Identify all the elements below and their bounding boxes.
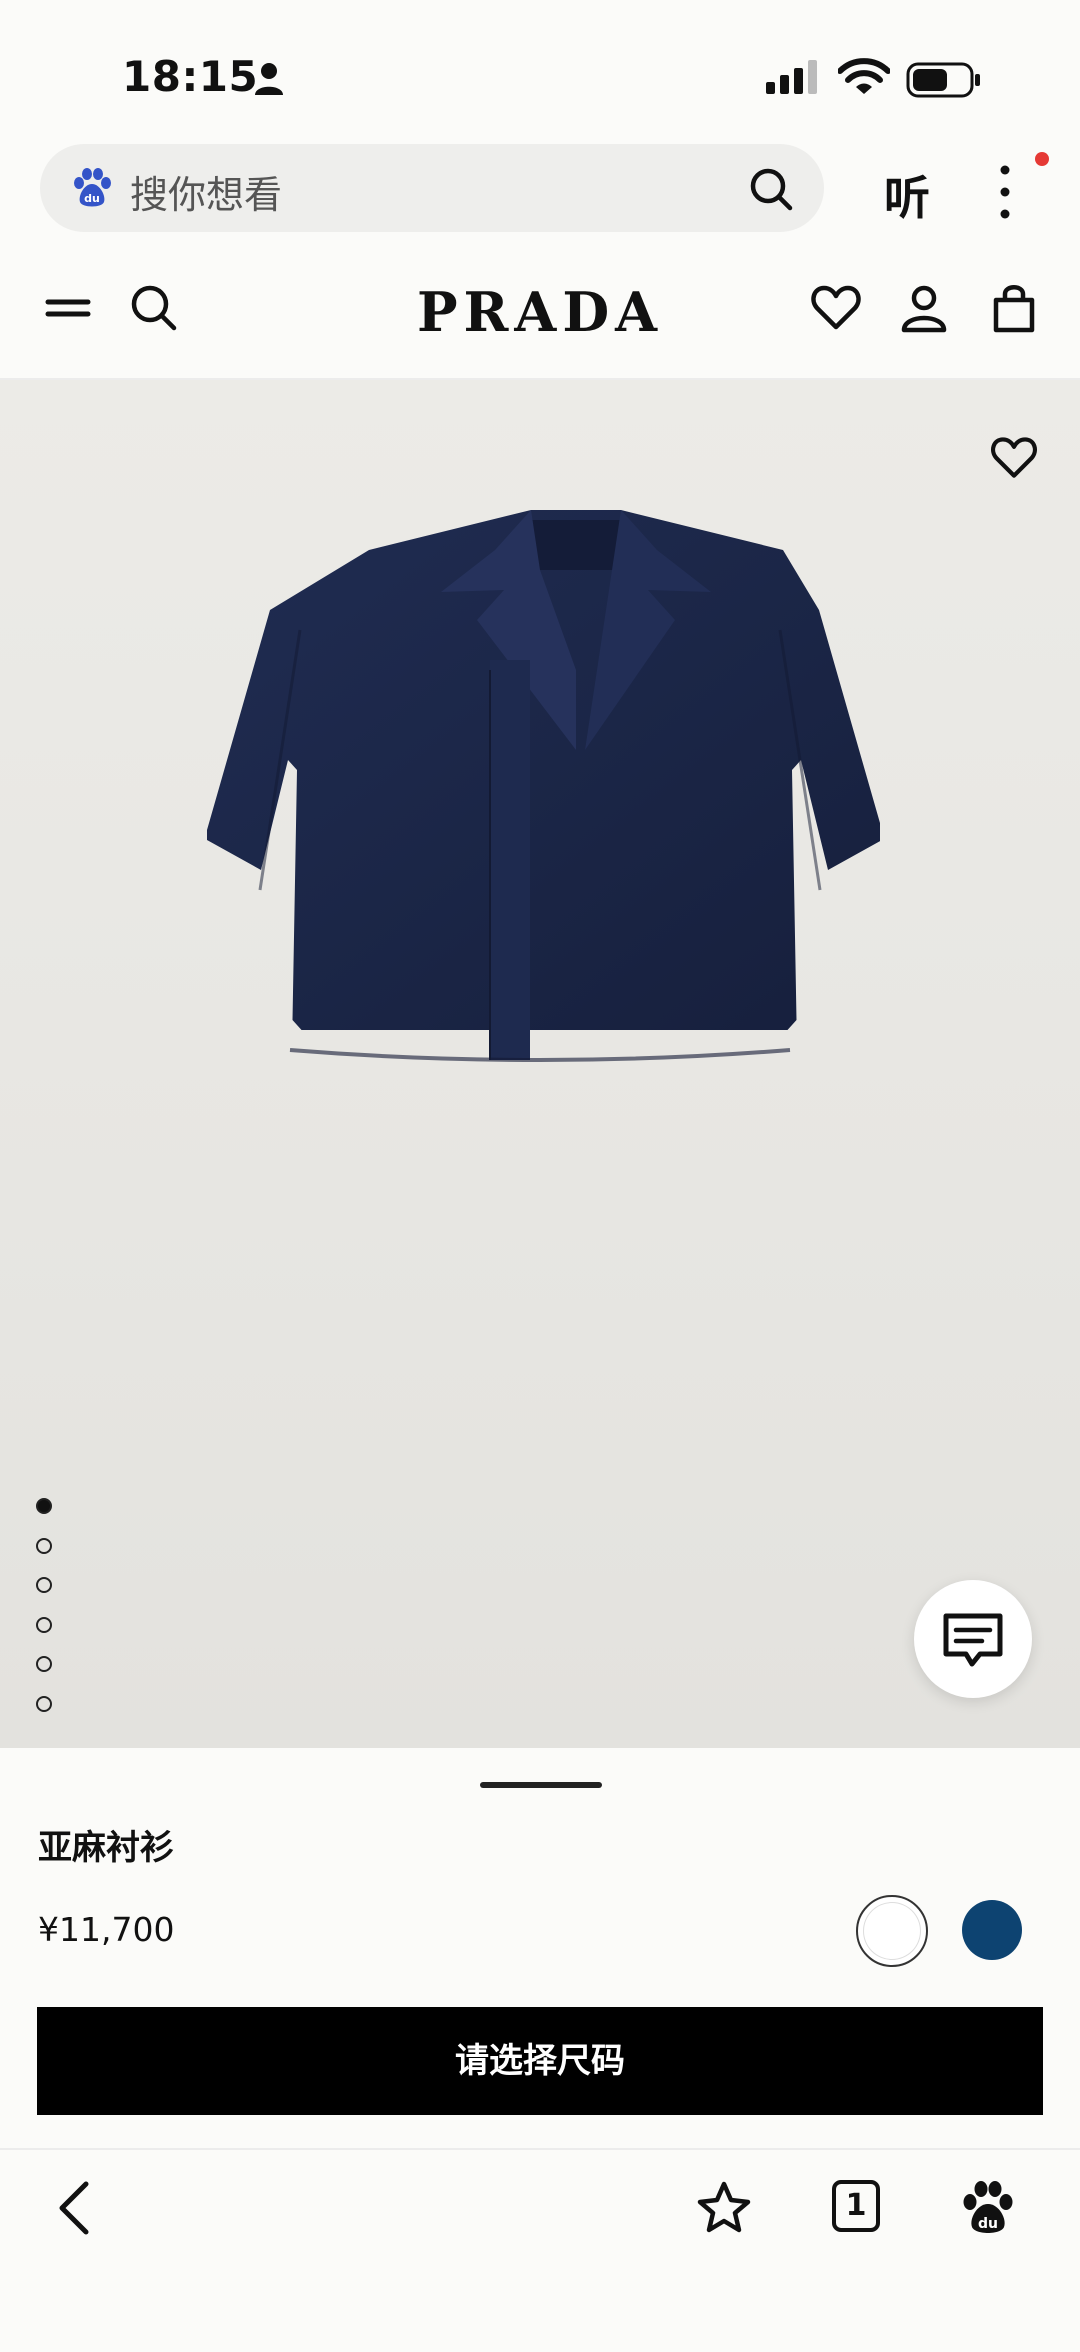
product-image[interactable] bbox=[0, 380, 1080, 1748]
image-pagination[interactable] bbox=[36, 1498, 52, 1735]
pagination-dot-3[interactable] bbox=[36, 1577, 52, 1593]
svg-text:du: du bbox=[84, 192, 100, 205]
pagination-dot-4[interactable] bbox=[36, 1616, 52, 1633]
person-icon bbox=[255, 63, 283, 95]
listen-button[interactable]: 听 bbox=[884, 162, 930, 228]
baidu-home-icon[interactable]: du bbox=[958, 2178, 1018, 2238]
notification-dot bbox=[1035, 152, 1049, 166]
tabs-button[interactable]: 1 bbox=[832, 2180, 880, 2232]
wishlist-heart-icon[interactable] bbox=[808, 280, 864, 336]
status-time: 18:15 bbox=[122, 52, 259, 101]
pagination-dot-6[interactable] bbox=[36, 1695, 52, 1712]
color-swatch-blue[interactable] bbox=[962, 1900, 1022, 1960]
color-swatch-white[interactable] bbox=[856, 1895, 928, 1967]
search-icon[interactable] bbox=[746, 164, 796, 214]
select-size-button[interactable]: 请选择尺码 bbox=[37, 2007, 1043, 2115]
browser-toolbar: du 搜你想看 听 bbox=[0, 140, 1080, 250]
site-header: PRADA bbox=[0, 250, 1080, 380]
battery-icon bbox=[906, 62, 980, 98]
sheet-handle[interactable] bbox=[480, 1782, 602, 1788]
wifi-icon bbox=[838, 58, 890, 94]
search-bar[interactable]: du 搜你想看 bbox=[40, 144, 824, 232]
shirt-image bbox=[206, 510, 880, 1062]
product-price: ¥11,700 bbox=[38, 1910, 175, 1949]
pagination-dot-2[interactable] bbox=[36, 1537, 52, 1554]
baidu-paw-icon: du bbox=[74, 168, 111, 207]
signal-icon bbox=[766, 60, 817, 94]
search-placeholder: 搜你想看 bbox=[130, 173, 283, 217]
shopping-bag-icon[interactable] bbox=[986, 280, 1042, 336]
pagination-dot-5[interactable] bbox=[36, 1656, 52, 1672]
browser-bottom-bar: 1 du bbox=[0, 2148, 1080, 2352]
favorite-heart-icon[interactable] bbox=[988, 432, 1040, 484]
svg-text:du: du bbox=[978, 2216, 998, 2232]
bookmark-star-icon[interactable] bbox=[694, 2178, 754, 2238]
pagination-dot-1[interactable] bbox=[36, 1498, 52, 1514]
back-icon[interactable] bbox=[48, 2178, 108, 2238]
chat-icon bbox=[943, 1613, 1003, 1667]
account-icon[interactable] bbox=[896, 280, 952, 336]
more-menu-icon[interactable] bbox=[990, 162, 1020, 222]
status-bar: 18:15 bbox=[0, 0, 1080, 140]
product-name: 亚麻衬衫 bbox=[38, 1828, 174, 1868]
chat-button[interactable] bbox=[914, 1580, 1032, 1698]
